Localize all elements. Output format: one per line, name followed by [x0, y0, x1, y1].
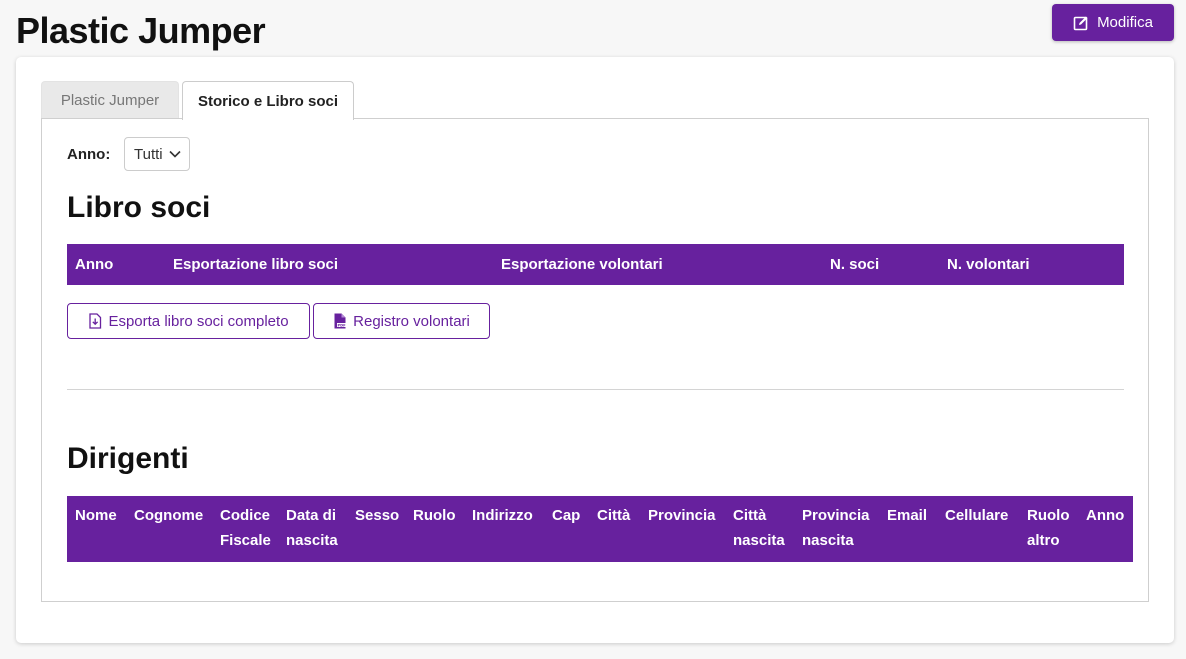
page-title: Plastic Jumper	[16, 10, 266, 51]
column-header-indirizzo: Indirizzo	[472, 507, 533, 524]
column-header-citta: Città	[597, 507, 631, 524]
column-header-anno: Anno	[1086, 507, 1125, 524]
column-header-cognome: Cognome	[134, 507, 204, 524]
column-header: Anno	[75, 256, 114, 273]
edit-button-label: Modifica	[1097, 14, 1153, 31]
svg-text:PDF: PDF	[338, 323, 347, 327]
column-header: N. volontari	[947, 256, 1030, 273]
libro-soci-title: Libro soci	[67, 191, 211, 224]
registro-volontari-button[interactable]: PDF Registro volontari	[313, 303, 490, 339]
file-download-icon	[89, 313, 102, 329]
year-select-value: Tutti	[134, 145, 163, 163]
registro-volontari-label: Registro volontari	[353, 312, 470, 330]
year-select[interactable]: Tutti	[124, 137, 191, 171]
content-card: Plastic Jumper Storico e Libro soci Anno…	[16, 57, 1174, 643]
column-header: N. soci	[830, 256, 880, 273]
dirigenti-table-header: Nome Cognome Codice Fiscale Data di nascit…	[67, 496, 1133, 562]
pdf-file-icon: PDF	[334, 313, 347, 329]
libro-soci-table-header: Anno Esportazione libro soci Esportazion…	[67, 244, 1124, 285]
tab-storico-libro-soci[interactable]: Storico e Libro soci	[182, 81, 354, 120]
column-header-nome: Nome	[75, 507, 117, 524]
column-header-cap: Cap	[552, 507, 581, 524]
column-header-ruolo: Ruolo	[413, 507, 456, 524]
tab-bar: Plastic Jumper Storico e Libro soci	[41, 81, 354, 120]
edit-button[interactable]: Modifica	[1052, 4, 1174, 41]
column-header: Esportazione volontari	[501, 256, 663, 273]
export-libro-soci-button[interactable]: Esporta libro soci completo	[67, 303, 310, 339]
column-header-provincia-nascita: Provincia nascita	[802, 507, 870, 549]
column-header-citta-nascita: Città nascita	[733, 507, 785, 549]
column-header-provincia: Provincia	[648, 507, 716, 524]
column-header-cellulare: Cellulare	[945, 507, 1009, 524]
export-libro-soci-label: Esporta libro soci completo	[108, 312, 289, 330]
column-header-codice-fiscale: Codice Fiscale	[220, 507, 271, 549]
edit-icon	[1073, 16, 1088, 30]
column-header-data-nascita: Data di nascita	[286, 507, 338, 549]
year-filter-label: Anno:	[67, 145, 111, 163]
dirigenti-title: Dirigenti	[67, 442, 189, 475]
tab-panel: Anno: Tutti Libro soci Anno Esportazione…	[41, 118, 1149, 602]
chevron-down-icon	[169, 150, 181, 158]
column-header-email: Email	[887, 507, 928, 524]
column-header-sesso: Sesso	[355, 507, 400, 524]
column-header-ruolo-altro: Ruolo altro	[1027, 507, 1070, 549]
year-filter: Anno: Tutti	[67, 137, 191, 171]
column-header: Esportazione libro soci	[173, 256, 339, 273]
section-divider	[67, 389, 1124, 390]
tab-plastic-jumper[interactable]: Plastic Jumper	[41, 81, 179, 119]
